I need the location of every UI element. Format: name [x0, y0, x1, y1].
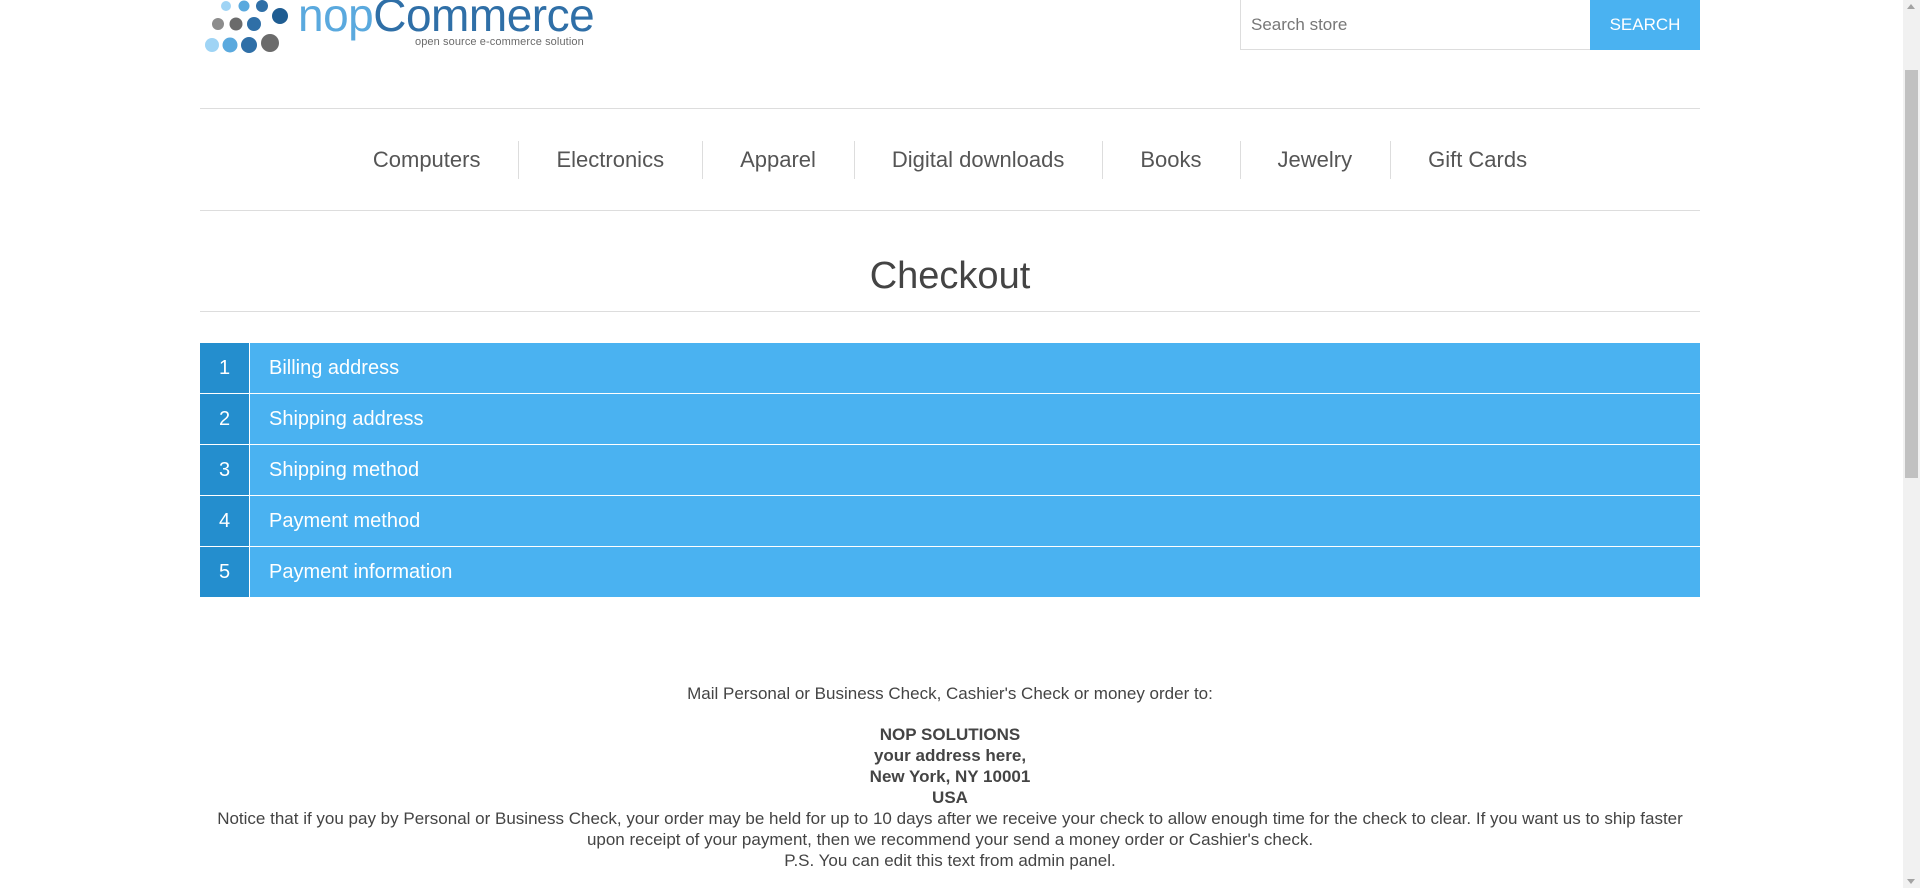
main-container: nopCommerce open source e-commerce solut… [200, 0, 1700, 871]
step-title: Payment information [269, 561, 453, 583]
menu-item-electronics[interactable]: Electronics [518, 140, 702, 179]
address-line-street: your address here, [873, 746, 1027, 765]
page-scrollbar[interactable] [1903, 0, 1920, 888]
step-payment-method[interactable]: 4 Payment method [200, 496, 1700, 546]
page: nopCommerce open source e-commerce solut… [0, 0, 1920, 888]
search-button[interactable]: SEARCH [1590, 0, 1700, 50]
top-menu: Computers Electronics Apparel Digital do… [200, 109, 1700, 211]
search-input[interactable] [1240, 0, 1590, 50]
page-title: Checkout [869, 255, 1031, 297]
payment-notice: Notice that if you pay by Personal or Bu… [217, 809, 1683, 849]
scroll-down-arrow-icon[interactable] [1907, 879, 1915, 884]
step-number: 5 [200, 547, 250, 597]
search-box: SEARCH [1240, 0, 1700, 50]
address-line-country: USA [932, 788, 968, 807]
menu-item-apparel[interactable]: Apparel [702, 140, 854, 179]
step-shipping-method[interactable]: 3 Shipping method [200, 445, 1700, 495]
address-line-city: New York, NY 10001 [869, 767, 1031, 786]
payment-info: Mail Personal or Business Check, Cashier… [200, 683, 1700, 871]
logo-tagline: open source e-commerce solution [415, 36, 584, 48]
scroll-up-arrow-icon[interactable] [1907, 4, 1915, 9]
menu-item-digital-downloads[interactable]: Digital downloads [853, 140, 1102, 179]
menu-item-computers[interactable]: Computers [335, 141, 519, 179]
step-billing-address[interactable]: 1 Billing address [200, 343, 1700, 393]
checkout-steps: 1 Billing address 2 Shipping address 3 S… [200, 343, 1700, 597]
step-title: Shipping method [269, 459, 420, 481]
step-title: Shipping address [269, 408, 424, 430]
logo-dots-icon [205, 0, 288, 53]
store-logo[interactable]: nopCommerce open source e-commerce solut… [204, 0, 595, 56]
address-line-company: NOP SOLUTIONS [879, 725, 1021, 744]
step-shipping-address[interactable]: 2 Shipping address [200, 394, 1700, 444]
menu-item-gift-cards[interactable]: Gift Cards [1390, 140, 1565, 179]
step-title: Payment method [269, 510, 421, 532]
menu-item-jewelry[interactable]: Jewelry [1239, 140, 1391, 179]
step-title: Billing address [269, 357, 400, 379]
logo-word-light: nop [298, 0, 374, 41]
header: nopCommerce open source e-commerce solut… [200, 0, 1700, 109]
step-number: 1 [200, 343, 250, 393]
step-number: 2 [200, 394, 250, 444]
scrollbar-thumb[interactable] [1905, 70, 1918, 478]
payment-intro: Mail Personal or Business Check, Cashier… [687, 684, 1213, 703]
step-payment-information[interactable]: 5 Payment information [200, 547, 1700, 597]
menu-item-books[interactable]: Books [1102, 140, 1239, 179]
logo-word-dark: Commerce [373, 0, 595, 41]
step-number: 3 [200, 445, 250, 495]
page-title-bar: Checkout [200, 211, 1700, 312]
step-number: 4 [200, 496, 250, 546]
payment-ps: P.S. You can edit this text from admin p… [784, 851, 1116, 870]
